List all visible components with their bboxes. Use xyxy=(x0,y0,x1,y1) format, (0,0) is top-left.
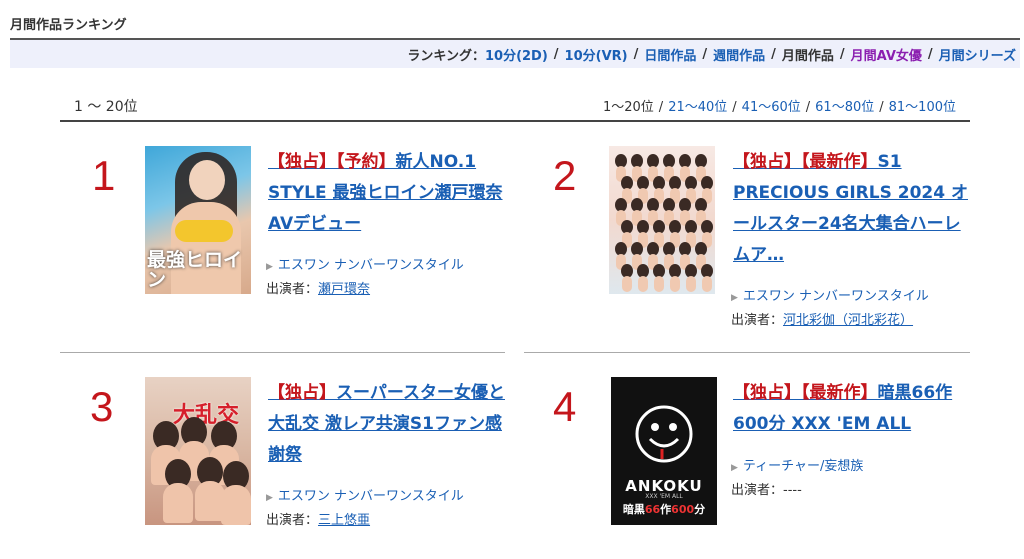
triangle-icon: ▶ xyxy=(266,262,273,272)
nav-separator: / xyxy=(553,46,559,62)
range-link-81-100[interactable]: 81〜100位 xyxy=(889,100,956,115)
rank-number: 3 xyxy=(90,383,114,430)
nav-link-weekly[interactable]: 週間作品 xyxy=(713,45,765,64)
rank-number: 4 xyxy=(553,383,577,430)
tag-reserve: 【予約】 xyxy=(336,152,396,172)
range-link-61-80[interactable]: 61〜80位 xyxy=(815,100,874,115)
maker-link[interactable]: ▶ エスワン ナンバーワンスタイル xyxy=(266,254,464,273)
smiley-icon xyxy=(635,405,693,463)
performer-row: 出演者：瀬戸環奈 xyxy=(266,282,371,297)
nav-separator: / xyxy=(702,46,708,62)
performer-row: 出演者：三上悠亜 xyxy=(266,513,371,528)
nav-separator: / xyxy=(927,46,933,62)
nav-separator: / xyxy=(839,46,845,62)
ranking-nav-label: ランキング： xyxy=(407,48,485,64)
nav-link-monthly-series[interactable]: 月間シリーズ xyxy=(939,45,1016,64)
range-separator: / xyxy=(732,100,737,115)
section-title: 月間作品ランキング xyxy=(10,18,127,33)
range-link-21-40[interactable]: 21〜40位 xyxy=(668,100,727,115)
tag-exclusive: 【独占】 xyxy=(268,152,336,172)
row-divider xyxy=(524,352,970,353)
item-thumbnail[interactable] xyxy=(609,146,715,294)
item-title-link[interactable]: 【独占】【最新作】暗黒66作600分 XXX 'EM ALL xyxy=(733,378,973,440)
nav-current-monthly: 月間作品 xyxy=(781,48,834,64)
triangle-icon: ▶ xyxy=(266,493,273,503)
triangle-icon: ▶ xyxy=(731,293,738,303)
range-link-41-60[interactable]: 41〜60位 xyxy=(742,100,801,115)
thumbnail-subtext: XXX 'EM ALL xyxy=(645,493,683,500)
item-thumbnail[interactable]: 大乱交 xyxy=(145,377,251,525)
item-thumbnail[interactable]: ANKOKU XXX 'EM ALL 暗黒66作600分 xyxy=(611,377,717,525)
range-separator: / xyxy=(805,100,811,115)
range-divider xyxy=(60,120,970,122)
range-current-link: 1〜20位 xyxy=(602,100,654,115)
thumbnail-text: 最強ヒロイン xyxy=(147,249,243,291)
range-links: 1〜20位 / 21〜40位 / 41〜60位 / 61〜80位 / 81〜100位 xyxy=(603,96,956,115)
range-bar: 1 〜 20位 1〜20位 / 21〜40位 / 41〜60位 / 61〜80位 / 81〜10… xyxy=(60,92,970,120)
rank-number: 1 xyxy=(92,152,116,199)
tag-exclusive: 【独占】 xyxy=(733,383,801,403)
tag-exclusive: 【独占】 xyxy=(268,383,336,403)
nav-separator: / xyxy=(633,46,639,62)
range-separator: / xyxy=(658,100,664,115)
item-thumbnail[interactable]: 最強ヒロイン xyxy=(145,146,251,294)
tag-newest: 【最新作】 xyxy=(801,383,878,403)
tag-newest: 【最新作】 xyxy=(801,152,878,172)
range-separator: / xyxy=(879,100,884,115)
triangle-icon: ▶ xyxy=(731,463,738,473)
performer-row: 出演者：河北彩伽（河北彩花） xyxy=(731,313,914,328)
item-title-link[interactable]: 【独占】【最新作】S1 PRECIOUS GIRLS 2024 オールスター24… xyxy=(733,147,973,271)
maker-link[interactable]: ▶ エスワン ナンバーワンスタイル xyxy=(266,485,464,504)
nav-link-10min-vr[interactable]: 10分(VR) xyxy=(565,45,628,64)
thumbnail-bottom-text: 暗黒66作600分 xyxy=(622,503,706,516)
maker-link[interactable]: ▶ ティーチャー/妄想族 xyxy=(731,455,863,474)
nav-link-10min-2d[interactable]: 10分(2D) xyxy=(485,45,548,64)
item-title-link[interactable]: 【独占】スーパースター女優と大乱交 激レア共演S1ファン感謝祭 xyxy=(268,378,508,471)
performer-link[interactable]: 河北彩伽（河北彩花） xyxy=(783,313,913,328)
nav-link-daily[interactable]: 日間作品 xyxy=(644,45,696,64)
performer-row: 出演者：---- xyxy=(731,483,802,498)
performer-value: ---- xyxy=(783,483,802,498)
maker-link[interactable]: ▶ エスワン ナンバーワンスタイル xyxy=(731,285,929,304)
performer-link[interactable]: 瀬戸環奈 xyxy=(318,282,370,297)
nav-separator: / xyxy=(771,46,776,62)
tag-exclusive: 【独占】 xyxy=(733,152,801,172)
nav-link-monthly-actress[interactable]: 月間AV女優 xyxy=(851,45,922,64)
row-divider xyxy=(60,352,505,353)
range-current: 1 〜 20位 xyxy=(74,99,138,115)
ranking-nav: ランキング： 10分(2D) / 10分(VR) / 日間作品 / 週間作品 /… xyxy=(10,40,1020,68)
item-title-link[interactable]: 【独占】【予約】新人NO.1 STYLE 最強ヒロイン瀬戸環奈AVデビュー xyxy=(268,147,508,240)
performer-link[interactable]: 三上悠亜 xyxy=(318,513,370,528)
rank-number: 2 xyxy=(553,152,577,199)
